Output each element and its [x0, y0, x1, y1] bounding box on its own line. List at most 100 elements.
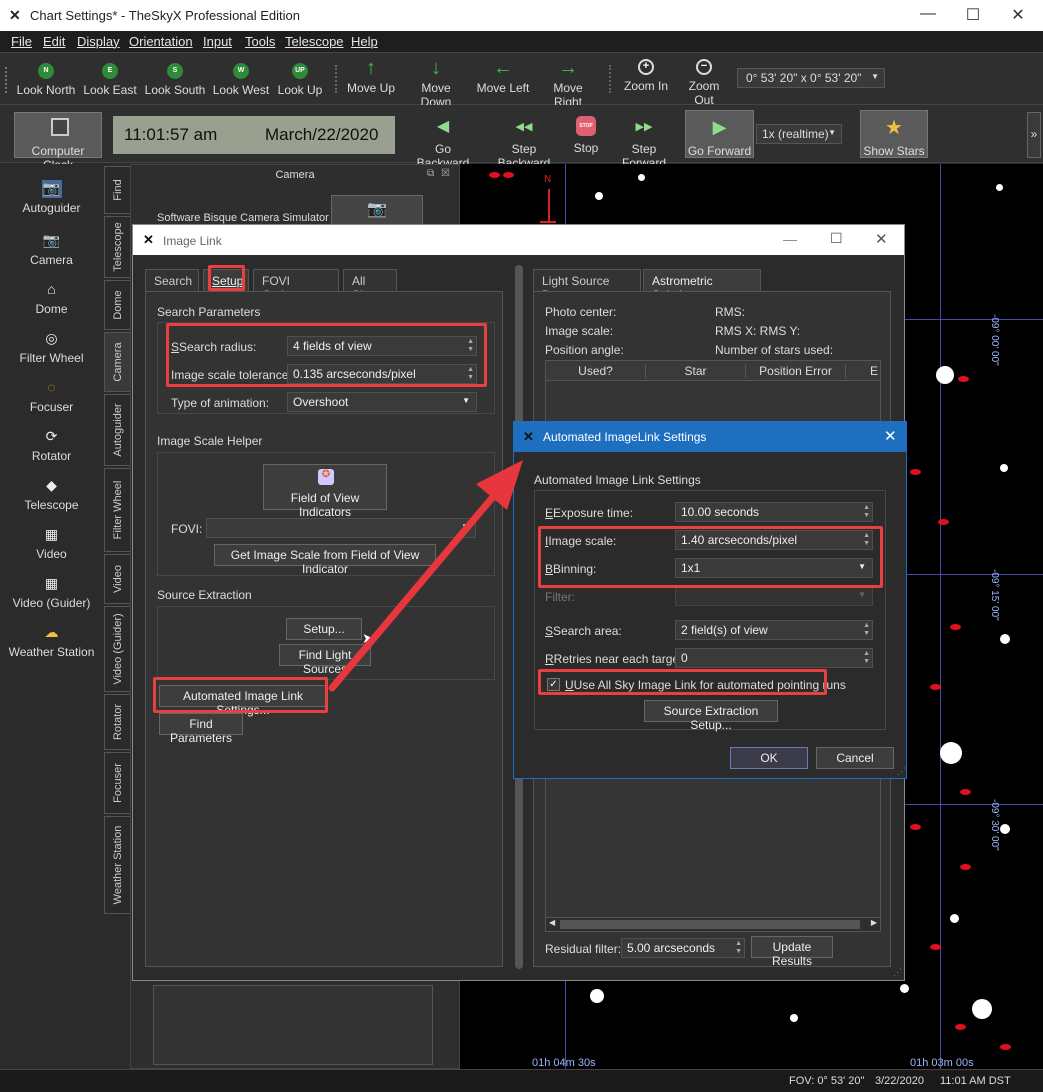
resize-grip-icon[interactable]: ⋰: [897, 766, 906, 777]
tab-weather-station[interactable]: Weather Station: [104, 816, 130, 914]
move-up-button[interactable]: ↑ Move Up: [346, 53, 396, 105]
filter-dropdown[interactable]: ▼: [675, 586, 873, 606]
stop-button[interactable]: STOP Stop: [570, 110, 602, 158]
maximize-button[interactable]: ☐: [830, 230, 843, 247]
close-button[interactable]: ✕: [875, 230, 888, 248]
camera-connect-button[interactable]: 📷: [331, 195, 423, 225]
look-up-button[interactable]: UP Look Up: [276, 53, 324, 105]
minimize-button[interactable]: —: [905, 5, 951, 23]
zoom-in-button[interactable]: + Zoom In: [622, 53, 670, 105]
col-star[interactable]: Star: [646, 364, 746, 378]
menu-input[interactable]: Input: [203, 34, 232, 49]
show-stars-button[interactable]: ★ Show Stars: [860, 110, 928, 158]
toolbar-overflow-button[interactable]: »: [1027, 112, 1041, 158]
menu-telescope[interactable]: Telescope: [285, 34, 344, 49]
move-left-button[interactable]: ← Move Left: [475, 53, 531, 105]
close-button[interactable]: ✕: [995, 5, 1041, 25]
dome-item[interactable]: ⌂ Dome: [0, 281, 103, 316]
video-item[interactable]: ▦ Video: [0, 526, 103, 561]
spinner-icon[interactable]: ▲ ▼: [863, 622, 870, 638]
close-button[interactable]: ✕: [884, 427, 897, 445]
retries-field[interactable]: 0 ▲ ▼: [675, 648, 873, 668]
video-guider-item[interactable]: ▦ Video (Guider): [0, 575, 103, 610]
allsky-checkbox[interactable]: ✓: [547, 678, 560, 691]
source-extraction-setup-button[interactable]: Source Extraction Setup...: [644, 700, 778, 732]
menu-file[interactable]: File: [11, 34, 32, 49]
update-results-button[interactable]: Update Results: [751, 936, 833, 968]
close-icon[interactable]: ☒: [441, 168, 450, 179]
minimize-button[interactable]: —: [783, 231, 797, 247]
look-north-button[interactable]: N Look North: [14, 53, 78, 105]
ok-button[interactable]: OK: [730, 747, 808, 769]
residual-filter-field[interactable]: 5.00 arcseconds ▲ ▼: [621, 938, 745, 958]
field-of-view-indicators-button[interactable]: ✪ Field of View Indicators: [263, 464, 387, 519]
menu-display[interactable]: Display: [77, 34, 120, 49]
spinner-icon[interactable]: ▲ ▼: [735, 940, 742, 956]
tab-focuser[interactable]: Focuser: [104, 752, 130, 814]
filter-wheel-item[interactable]: ◎ Filter Wheel: [0, 330, 103, 365]
tab-all-sky[interactable]: All Sky: [343, 269, 397, 302]
spinner-icon[interactable]: ▲ ▼: [863, 504, 870, 520]
tab-video[interactable]: Video: [104, 554, 130, 604]
find-light-sources-button[interactable]: Find Light Sources: [279, 644, 371, 676]
autoguider-item[interactable]: 📷 Autoguider: [0, 180, 103, 215]
rotator-item[interactable]: ⟳ Rotator: [0, 428, 103, 463]
binning-dropdown[interactable]: 1x1 ▼: [675, 558, 873, 578]
go-forward-button[interactable]: ▶ Go Forward: [685, 110, 754, 158]
date-time-display[interactable]: 11:01:57 am March/22/2020: [113, 116, 395, 154]
spinner-icon[interactable]: ▲ ▼: [863, 650, 870, 666]
tab-video-guider[interactable]: Video (Guider): [104, 606, 130, 692]
spinner-icon[interactable]: ▲ ▼: [863, 532, 870, 548]
tab-light-source-data[interactable]: Light Source Data: [533, 269, 641, 302]
telescope-item[interactable]: ◆ Telescope: [0, 477, 103, 512]
tab-camera[interactable]: Camera: [104, 332, 130, 392]
spinner-icon[interactable]: ▲ ▼: [467, 338, 474, 354]
go-backward-button[interactable]: ◀ Go Backward: [408, 110, 478, 170]
search-area-field[interactable]: 2 field(s) of view ▲ ▼: [675, 620, 873, 640]
tab-telescope[interactable]: Telescope: [104, 216, 130, 278]
look-south-button[interactable]: S Look South: [144, 53, 206, 105]
automated-image-link-settings-button[interactable]: Automated Image Link Settings...: [159, 685, 327, 717]
get-image-scale-button[interactable]: Get Image Scale from Field of View Indic…: [214, 544, 436, 576]
cancel-button[interactable]: Cancel: [816, 747, 894, 769]
resize-grip-icon[interactable]: ⋰: [893, 967, 902, 978]
menu-edit[interactable]: Edit: [43, 34, 65, 49]
maximize-button[interactable]: ☐: [950, 5, 996, 25]
move-right-button[interactable]: → Move Right: [538, 53, 598, 109]
image-scale-field[interactable]: 1.40 arcseconds/pixel ▲ ▼: [675, 530, 873, 550]
fov-dropdown[interactable]: 0° 53' 20" x 0° 53' 20" ▼: [737, 68, 885, 88]
zoom-out-button[interactable]: − Zoom Out: [678, 53, 730, 107]
menu-tools[interactable]: Tools: [245, 34, 275, 49]
find-parameters-button[interactable]: Find Parameters: [159, 713, 243, 745]
menu-orientation[interactable]: Orientation: [129, 34, 193, 49]
time-rate-dropdown[interactable]: 1x (realtime) ▼: [756, 124, 842, 144]
col-position-error[interactable]: Position Error: [746, 364, 846, 378]
toolbar-grip[interactable]: [5, 67, 9, 93]
menu-help[interactable]: Help: [351, 34, 378, 49]
animation-dropdown[interactable]: Overshoot ▼: [287, 392, 477, 412]
scroll-right-icon[interactable]: ▶: [871, 918, 877, 927]
horizontal-scrollbar[interactable]: ◀ ▶: [546, 917, 880, 931]
step-backward-button[interactable]: ◀◀ Step Backward: [485, 110, 563, 170]
source-setup-button[interactable]: Setup...: [286, 618, 362, 640]
col-used[interactable]: Used?: [546, 364, 646, 378]
camera-item[interactable]: 📷 Camera: [0, 232, 103, 267]
tab-search[interactable]: Search: [145, 269, 199, 291]
focuser-item[interactable]: ◌ Focuser: [0, 379, 103, 414]
tab-rotator[interactable]: Rotator: [104, 694, 130, 750]
scroll-left-icon[interactable]: ◀: [549, 918, 555, 927]
search-radius-field[interactable]: 4 fields of view ▲ ▼: [287, 336, 477, 356]
look-west-button[interactable]: W Look West: [210, 53, 272, 105]
tab-fovi-options[interactable]: FOVI Options: [253, 269, 339, 302]
tab-autoguider[interactable]: Autoguider: [104, 394, 130, 466]
tab-dome[interactable]: Dome: [104, 280, 130, 330]
computer-clock-button[interactable]: Computer Clock: [14, 112, 102, 172]
move-down-button[interactable]: ↓ Move Down: [405, 53, 467, 109]
step-forward-button[interactable]: ▶▶ Step Forward: [608, 110, 680, 170]
look-east-button[interactable]: E Look East: [82, 53, 138, 105]
tab-find[interactable]: Find: [104, 166, 130, 214]
tab-filter-wheel[interactable]: Filter Wheel: [104, 468, 130, 552]
weather-station-item[interactable]: ☁ Weather Station: [0, 624, 103, 659]
exposure-time-field[interactable]: 10.00 seconds ▲ ▼: [675, 502, 873, 522]
col-error[interactable]: E: [846, 364, 882, 378]
